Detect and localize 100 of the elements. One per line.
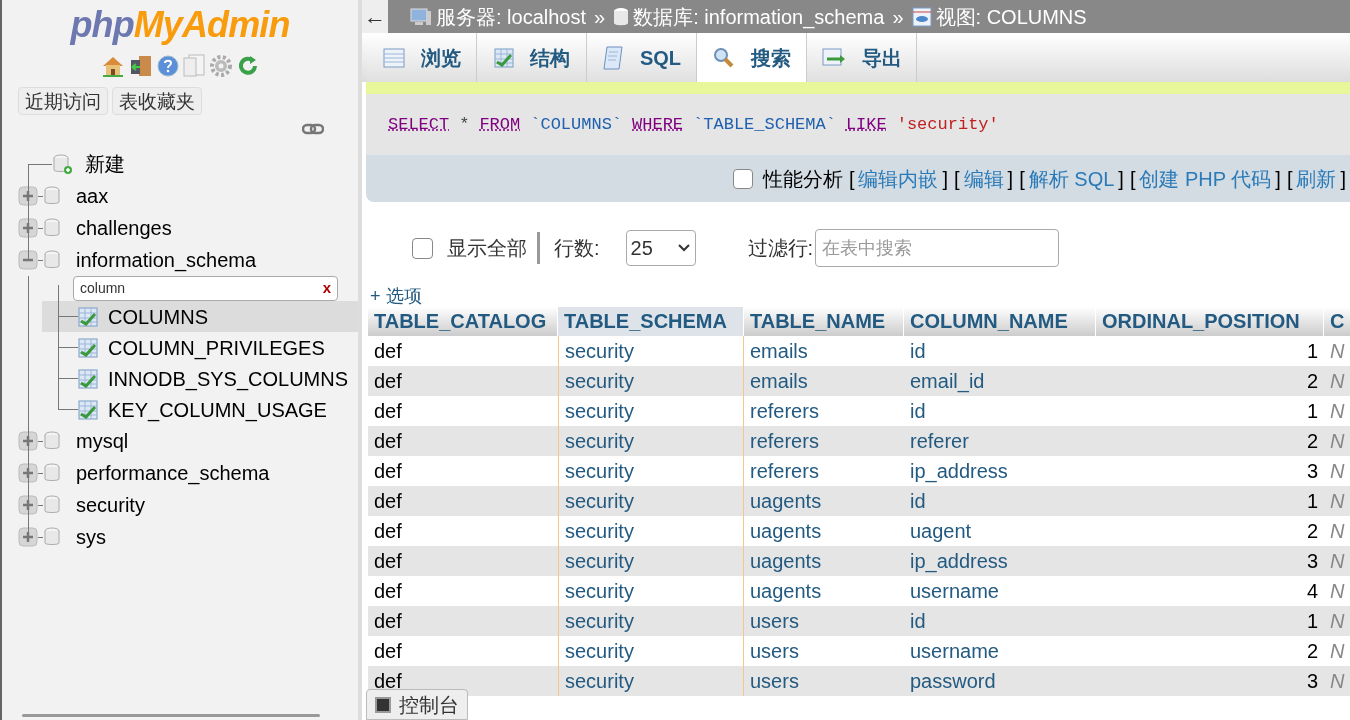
- table-icon: [78, 306, 98, 327]
- back-button[interactable]: ←: [362, 0, 388, 33]
- table-cell-text: users: [749, 669, 800, 694]
- expand-icon[interactable]: [18, 527, 38, 547]
- rows-select[interactable]: 25: [625, 230, 696, 266]
- breadcrumb-link[interactable]: 服务器: localhost: [436, 1, 587, 32]
- tree-item[interactable]: aax: [76, 181, 109, 211]
- bracket: ]: [942, 166, 949, 192]
- tree-row[interactable]: COLUMN_PRIVILEGES: [42, 332, 358, 363]
- table-cell-text: N: [1329, 459, 1346, 484]
- tree-item[interactable]: mysql: [76, 426, 129, 456]
- table-cell-text: uagent: [909, 519, 973, 544]
- table-cell-text: def: [373, 489, 403, 514]
- table-cell-text: 2: [1305, 369, 1319, 394]
- refresh-icon[interactable]: [237, 55, 259, 77]
- database-icon: [43, 217, 63, 239]
- database-icon: [613, 6, 630, 27]
- bracket: [: [1129, 166, 1136, 192]
- table-cell-text: id: [909, 609, 927, 634]
- column-header[interactable]: TABLE_SCHEMA: [558, 307, 744, 336]
- table-cell-text: referers: [749, 399, 820, 424]
- checkbox-label: 性能分析: [762, 166, 843, 192]
- table-cell-text: N: [1329, 339, 1346, 364]
- tree-item[interactable]: security: [76, 490, 145, 520]
- chevron-down-icon: [676, 243, 691, 253]
- help-icon[interactable]: [157, 55, 179, 77]
- table-cell-text: N: [1329, 579, 1346, 604]
- bracket: [: [954, 166, 960, 192]
- collapse-icon[interactable]: [18, 250, 38, 270]
- expand-icon[interactable]: [18, 495, 38, 515]
- exit-door-icon[interactable]: [129, 54, 153, 78]
- bracket: ]: [1118, 166, 1124, 192]
- table-cell-text: def: [373, 519, 403, 544]
- table-cell-text: N: [1329, 549, 1346, 574]
- tree-item[interactable]: COLUMNS: [108, 301, 208, 332]
- database-icon: [43, 430, 63, 452]
- expand-icon[interactable]: [18, 186, 38, 206]
- expand-icon[interactable]: [18, 463, 38, 483]
- tree-item[interactable]: performance_schema: [76, 458, 270, 488]
- table-cell-text: 3: [1305, 459, 1319, 484]
- database-icon: [43, 185, 63, 207]
- expand-icon[interactable]: [18, 431, 38, 451]
- tree-item[interactable]: challenges: [76, 213, 172, 243]
- tree-row[interactable]: KEY_COLUMN_USAGE: [42, 394, 358, 425]
- settings-icon[interactable]: [209, 54, 233, 78]
- table-cell-text: N: [1329, 609, 1346, 634]
- bracket: [: [1019, 166, 1025, 192]
- logo[interactable]: phpMyAdmin: [70, 4, 290, 46]
- table-cell-text: uagents: [749, 489, 823, 514]
- table-cell-text: ip_address: [909, 459, 1009, 485]
- table-cell-text: users: [749, 639, 800, 664]
- checkbox[interactable]: [412, 237, 433, 259]
- breadcrumb-link[interactable]: 视图: COLUMNS: [935, 1, 1087, 32]
- sql-token: FROM: [479, 113, 521, 136]
- table-cell-text: 3: [1305, 549, 1319, 574]
- tree-item[interactable]: sys: [76, 522, 106, 552]
- home-icon[interactable]: [101, 55, 125, 77]
- tree-item[interactable]: 新建: [85, 149, 125, 179]
- table-icon: [493, 47, 514, 68]
- checkbox[interactable]: [732, 168, 753, 189]
- bracket: ]: [1007, 166, 1014, 192]
- table-cell-text: 1: [1305, 489, 1319, 514]
- console-button[interactable]: 控制台: [366, 689, 468, 720]
- table-cell-text: def: [373, 399, 403, 424]
- table-cell-text: emails: [749, 339, 809, 364]
- table-icon: [382, 47, 405, 68]
- table-cell-text: password: [909, 669, 997, 694]
- sql-token: LIKE: [845, 113, 887, 136]
- filter-field[interactable]: column x: [73, 276, 338, 301]
- clear-button[interactable]: x: [322, 277, 331, 300]
- database-icon: [43, 249, 63, 271]
- tree-item[interactable]: COLUMN_PRIVILEGES: [108, 332, 325, 363]
- tab[interactable]: 搜索: [697, 33, 807, 82]
- link-icon[interactable]: [302, 123, 324, 135]
- tree-item[interactable]: INNODB_SYS_COLUMNS: [108, 363, 349, 394]
- table-cell-text: email_id: [909, 369, 986, 395]
- selected-tree-row[interactable]: COLUMNS: [42, 301, 358, 332]
- breadcrumb-link[interactable]: 数据库: information_schema: [633, 1, 885, 32]
- filter-rows-field[interactable]: 在表中搜索: [815, 229, 1060, 267]
- sidebar-tab[interactable]: 近期访问: [18, 87, 108, 115]
- rows-label: 行数:: [554, 236, 600, 261]
- table-cell-text: id: [909, 399, 927, 424]
- table-cell-text: N: [1329, 399, 1346, 424]
- table-cell-text: def: [373, 459, 403, 484]
- table-cell-text: 2: [1305, 639, 1319, 664]
- table-cell-text: N: [1329, 519, 1346, 544]
- filter-label: 过滤行:: [747, 236, 814, 261]
- scroll-icon: [601, 45, 624, 70]
- bracket: [: [1286, 166, 1293, 192]
- sidebar-tab[interactable]: 表收藏夹: [112, 87, 202, 115]
- options-link[interactable]: + 选项: [370, 282, 422, 310]
- expand-icon[interactable]: [18, 218, 38, 238]
- table-cell: security: [558, 666, 744, 696]
- table-cell-text: N: [1329, 429, 1346, 454]
- tree-item[interactable]: KEY_COLUMN_USAGE: [108, 394, 327, 425]
- sql-token: WHERE: [632, 113, 684, 136]
- tree-item[interactable]: information_schema: [76, 245, 257, 275]
- bracket: ]: [1340, 166, 1346, 192]
- table-cell-text: 1: [1305, 609, 1319, 634]
- tree-row[interactable]: INNODB_SYS_COLUMNS: [42, 363, 358, 394]
